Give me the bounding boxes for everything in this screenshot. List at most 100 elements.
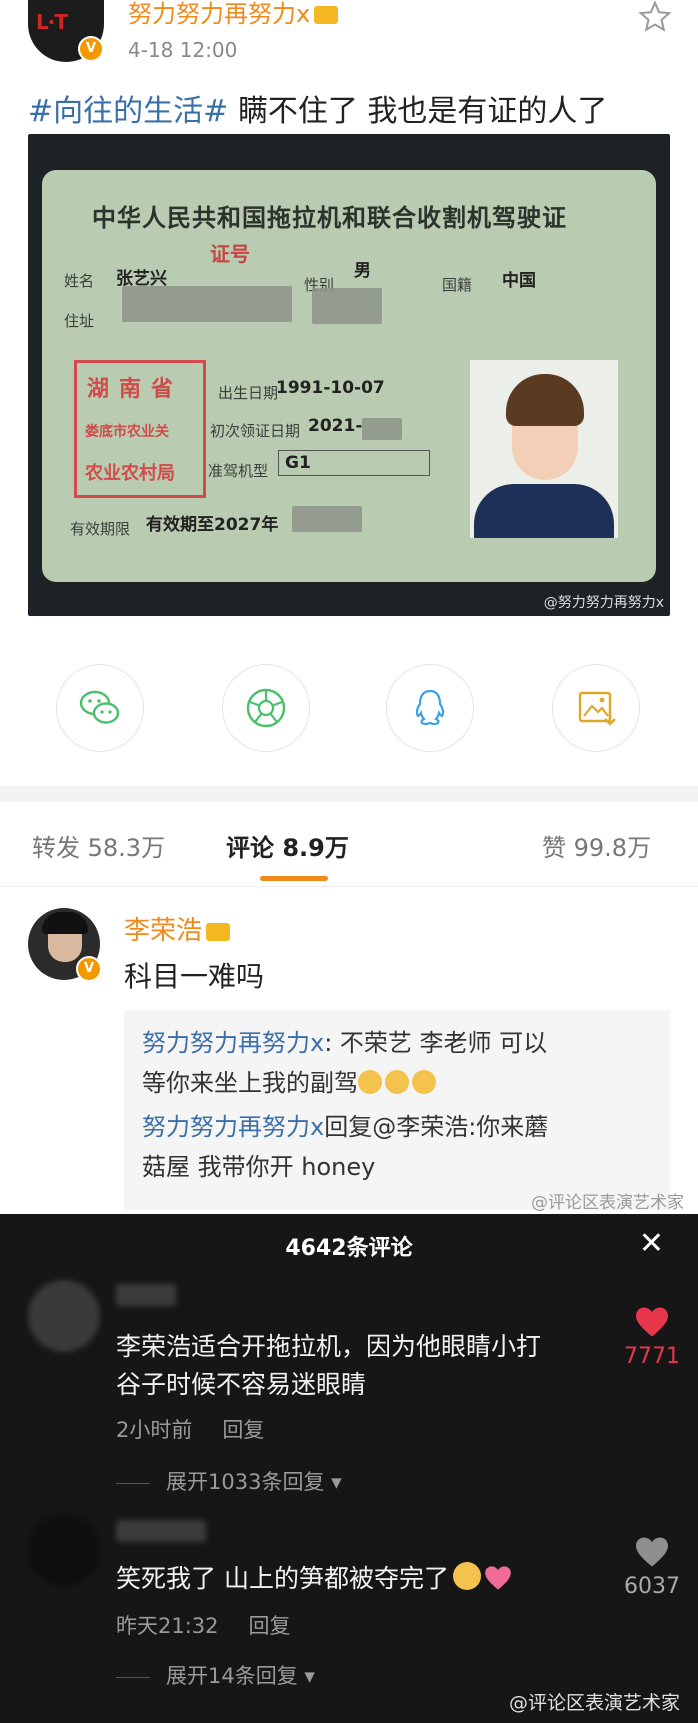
address-label: 住址 <box>64 312 95 330</box>
reply-box[interactable]: 努力努力再努力x: 不荣艺 李老师 可以 等你来坐上我的副驾 努力努力再努力x回… <box>124 1010 670 1210</box>
stamp-city: 娄底市农业关 <box>85 424 169 440</box>
verified-badge: V <box>76 956 102 982</box>
reply-text: 回复@李荣浩:你来蘑 <box>324 1113 549 1141</box>
active-tab-indicator <box>260 876 328 881</box>
hashtag-link[interactable]: #向往的生活# <box>28 94 228 129</box>
comment-text: 笑死我了 山上的笋都被夺完了 <box>116 1564 449 1593</box>
comments-panel-title: 4642条评论 <box>285 1236 413 1261</box>
screenshot-watermark: @评论区表演艺术家 <box>531 1193 684 1213</box>
like-heart-icon[interactable] <box>634 1306 670 1338</box>
comment-time: 2小时前 <box>116 1418 193 1442</box>
official-stamp: 湖南省 娄底市农业关 农业农村局 <box>74 360 206 498</box>
post-body: 瞒不住了 我也是有证的人了 <box>228 94 608 129</box>
reply-user-link[interactable]: 努力努力再努力x <box>142 1029 324 1057</box>
reply-text: 等你来坐上我的副驾 <box>142 1069 358 1097</box>
smile-emoji-icon <box>452 1562 481 1590</box>
post-image[interactable]: 中华人民共和国拖拉机和联合收割机驾驶证 证号 姓名 张艺兴 性别 男 国籍 中国… <box>28 134 670 616</box>
tabs-divider <box>0 886 698 887</box>
reply-line: 努力努力再努力x: 不荣艺 李老师 可以 <box>142 1024 547 1062</box>
qq-icon <box>415 689 445 726</box>
save-image-icon <box>578 691 616 726</box>
birth-label: 出生日期 <box>218 384 279 402</box>
vehicle-label: 准驾机型 <box>208 462 269 480</box>
reply-line: 菇屋 我带你开 honey <box>142 1148 375 1186</box>
validity-label: 有效期限 <box>70 520 131 538</box>
reply-button[interactable]: 回复 <box>222 1418 264 1442</box>
crown-icon <box>314 6 339 24</box>
dog-emoji-icon <box>412 1070 436 1094</box>
first-issue-label: 初次领证日期 <box>210 422 301 440</box>
nation-label: 国籍 <box>442 276 473 294</box>
dog-emoji-icon <box>385 1070 409 1094</box>
avatar[interactable] <box>28 1514 100 1586</box>
validity-value: 有效期至2027年 <box>146 515 279 535</box>
nation-value: 中国 <box>502 271 536 291</box>
redaction <box>312 288 382 324</box>
vehicle-value: G1 <box>278 450 430 476</box>
cert-number-label: 证号 <box>210 242 250 266</box>
license-card: 中华人民共和国拖拉机和联合收割机驾驶证 证号 姓名 张艺兴 性别 男 国籍 中国… <box>42 170 656 582</box>
image-watermark: @努力努力再努力x <box>543 595 664 611</box>
comment-text: 科目一难吗 <box>124 960 265 993</box>
dog-emoji-icon <box>358 1070 382 1094</box>
comment-meta: 2小时前 回复 <box>116 1414 264 1444</box>
chevron-down-icon: ▾ <box>304 1664 315 1688</box>
sex-value: 男 <box>354 261 371 281</box>
like-heart-icon[interactable] <box>634 1536 670 1568</box>
tab-comments[interactable]: 评论 8.9万 <box>226 828 349 863</box>
avatar[interactable] <box>28 1280 100 1352</box>
pink-heart-emoji-icon <box>485 1566 511 1590</box>
expand-replies-button[interactable]: 展开1033条回复 ▾ <box>116 1466 342 1496</box>
moments-icon <box>246 688 286 728</box>
redaction <box>362 418 402 440</box>
like-count: 6037 <box>624 1574 680 1599</box>
expand-replies-label: 展开1033条回复 <box>166 1470 325 1494</box>
tab-repost[interactable]: 转发 58.3万 <box>32 828 165 863</box>
username-blurred <box>116 1284 176 1306</box>
stamp-bureau: 农业农村局 <box>85 463 175 484</box>
screenshot-watermark: @评论区表演艺术家 <box>508 1692 680 1714</box>
first-issue-value: 2021- <box>308 416 363 436</box>
license-title: 中华人民共和国拖拉机和联合收割机驾驶证 <box>92 204 567 232</box>
commenter-name-text[interactable]: 李荣浩 <box>124 916 202 946</box>
avatar-logo: L·T <box>36 10 68 34</box>
wechat-icon <box>79 690 120 724</box>
share-wechat-button[interactable] <box>56 664 144 752</box>
comments-panel: 4642条评论 ✕ 李荣浩适合开拖拉机，因为他眼睛小打 谷子时候不容易迷眼睛 2… <box>0 1214 698 1723</box>
comment-line: 谷子时候不容易迷眼睛 <box>116 1370 367 1399</box>
username-blurred <box>116 1520 206 1542</box>
comment-line: 李荣浩适合开拖拉机，因为他眼睛小打 <box>116 1332 542 1361</box>
reply-line: 等你来坐上我的副驾 <box>142 1064 439 1102</box>
share-moments-button[interactable] <box>222 664 310 752</box>
like-count: 7771 <box>624 1344 680 1369</box>
reply-button[interactable]: 回复 <box>249 1614 291 1638</box>
reply-user-link[interactable]: 努力努力再努力x <box>142 1113 324 1141</box>
comment-time: 昨天21:32 <box>116 1614 219 1638</box>
birth-value: 1991-10-07 <box>276 378 385 398</box>
share-qq-button[interactable] <box>386 664 474 752</box>
crown-icon <box>206 922 231 941</box>
post-author[interactable]: 努力努力再努力x <box>128 0 339 29</box>
commenter-name[interactable]: 李荣浩 <box>124 910 231 947</box>
id-portrait <box>470 360 618 538</box>
expand-replies-button[interactable]: 展开14条回复 ▾ <box>116 1660 315 1690</box>
expand-replies-label: 展开14条回复 <box>166 1664 298 1688</box>
post-author-name[interactable]: 努力努力再努力x <box>128 0 310 28</box>
reply-text: 菇屋 我带你开 honey <box>142 1153 376 1181</box>
verified-badge: V <box>78 36 104 62</box>
chevron-down-icon: ▾ <box>331 1470 342 1494</box>
name-label: 姓名 <box>64 272 95 290</box>
redaction <box>122 286 292 322</box>
save-image-button[interactable] <box>552 664 640 752</box>
redaction <box>292 506 362 532</box>
tab-likes[interactable]: 赞 99.8万 <box>542 828 651 863</box>
stamp-province: 湖南省 <box>87 377 184 402</box>
reply-line: 努力努力再努力x回复@李荣浩:你来蘑 <box>142 1108 548 1146</box>
section-divider <box>0 786 698 802</box>
comment-meta: 昨天21:32 回复 <box>116 1610 291 1640</box>
post-date: 4-18 12:00 <box>128 38 238 62</box>
comment-line: 笑死我了 山上的笋都被夺完了 <box>116 1560 512 1598</box>
favorite-star-icon[interactable] <box>638 0 672 34</box>
reply-text: : 不荣艺 李老师 可以 <box>324 1029 548 1057</box>
close-icon[interactable]: ✕ <box>639 1226 664 1261</box>
